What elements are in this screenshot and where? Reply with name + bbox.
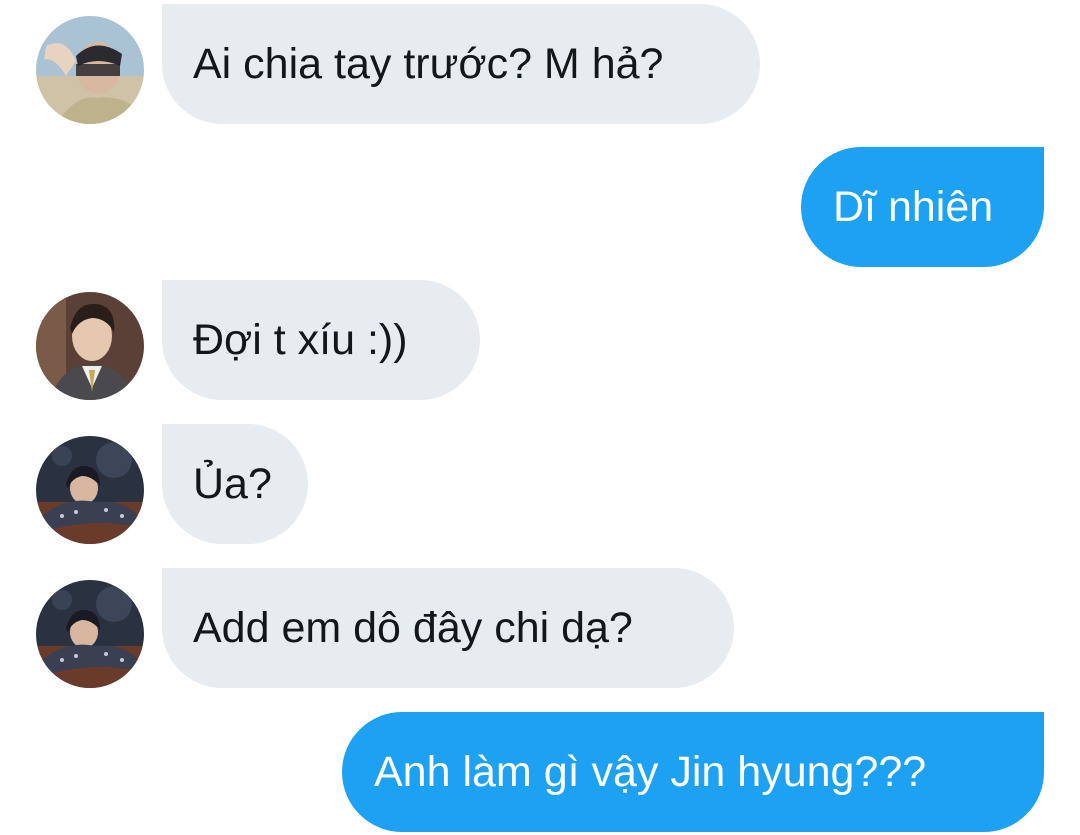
message-text: Ủa?	[193, 459, 272, 508]
avatar-dark-room-photo[interactable]	[36, 436, 144, 544]
message-text: Add em dô đây chi dạ?	[193, 603, 633, 652]
avatar-man-in-suit-photo[interactable]	[36, 292, 144, 400]
conversation-thread: Ai chia tay trước? M hả? Dĩ nhiên Đợi t …	[0, 0, 1080, 835]
message-bubble-incoming[interactable]: Ai chia tay trước? M hả?	[162, 4, 760, 124]
message-text: Đợi t xíu :))	[193, 315, 408, 364]
message-bubble-outgoing[interactable]: Dĩ nhiên	[801, 147, 1044, 267]
message-text: Dĩ nhiên	[833, 182, 994, 231]
message-text: Ai chia tay trước? M hả?	[193, 39, 664, 88]
avatar-sunlight-photo[interactable]	[36, 16, 144, 124]
message-text: Anh làm gì vậy Jin hyung???	[374, 747, 927, 796]
message-bubble-incoming[interactable]: Add em dô đây chi dạ?	[162, 568, 734, 688]
avatar-dark-room-photo[interactable]	[36, 580, 144, 688]
message-bubble-incoming[interactable]: Đợi t xíu :))	[162, 280, 480, 400]
message-bubble-outgoing[interactable]: Anh làm gì vậy Jin hyung???	[342, 712, 1044, 832]
message-bubble-incoming[interactable]: Ủa?	[162, 424, 308, 544]
